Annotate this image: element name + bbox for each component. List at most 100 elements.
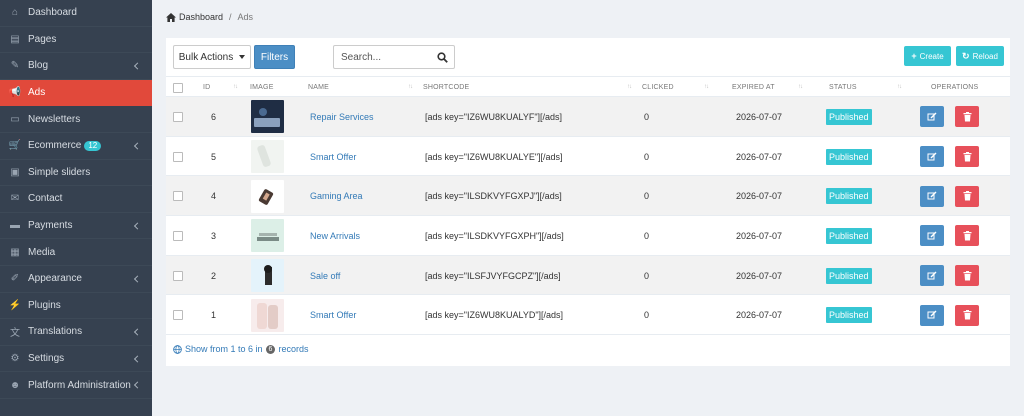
sidebar-item-contact[interactable]: ✉ Contact	[0, 186, 152, 213]
sidebar-item-translations[interactable]: 文 Translations	[0, 319, 152, 346]
edit-button[interactable]	[920, 185, 944, 207]
row-checkbox[interactable]	[173, 191, 183, 202]
column-header-shortcode[interactable]: SHORTCODE ↑↓	[423, 77, 635, 98]
ad-image	[251, 179, 284, 213]
chevron-left-icon[interactable]	[133, 142, 142, 150]
search-input[interactable]	[334, 47, 434, 67]
bulk-actions-button[interactable]: Bulk Actions	[173, 45, 251, 69]
edit-button[interactable]	[920, 304, 944, 326]
reload-button[interactable]: ↻ Reload	[956, 46, 1004, 66]
trash-icon	[963, 151, 971, 162]
sidebar-item-settings[interactable]: ⚙ Settings	[0, 346, 152, 373]
column-header-expired[interactable]: EXPIRED AT ↑↓	[732, 77, 806, 98]
sidebar-item-payments[interactable]: ▬ Payments	[0, 213, 152, 240]
breadcrumb-home-link[interactable]: Dashboard	[179, 12, 223, 22]
sidebar: ⌂ Dashboard ▤ Pages ✎ Blog 📢 Ads ▭ Newsletters 🛒 Ec…	[0, 0, 152, 416]
row-name-link[interactable]: Smart Offer	[310, 137, 356, 177]
row-id: 1	[211, 310, 217, 321]
cart-icon: 🛒	[8, 140, 22, 152]
edit-button[interactable]	[920, 225, 944, 247]
edit-button[interactable]	[920, 146, 944, 168]
row-id: 3	[211, 230, 217, 241]
trash-icon	[963, 270, 971, 281]
newsletter-icon: ▭	[10, 113, 20, 125]
row-edit-cell	[920, 137, 944, 177]
row-checkbox[interactable]	[173, 111, 183, 122]
sidebar-item-simple-sliders[interactable]: ▣ Simple sliders	[0, 160, 152, 187]
delete-button[interactable]	[955, 265, 979, 287]
sort-icon: ↑↓	[798, 84, 803, 90]
sidebar-item-label: Contact	[28, 193, 63, 205]
column-header-name[interactable]: NAME ↑↓	[308, 77, 416, 98]
row-checkbox[interactable]	[173, 270, 183, 281]
sidebar-item-dashboard[interactable]: ⌂ Dashboard	[0, 0, 152, 27]
sidebar-item-label: Appearance	[28, 273, 82, 285]
row-clicked: 0	[644, 111, 650, 122]
row-name-link[interactable]: Gaming Area	[310, 176, 363, 216]
delete-button[interactable]	[955, 304, 979, 326]
delete-button[interactable]	[955, 225, 979, 247]
row-status-cell: Published	[826, 176, 872, 216]
brush-icon: ✐	[10, 273, 20, 285]
row-shortcode: [ads key="ILSDKVYFGXPH"][/ads]	[425, 230, 564, 241]
column-header-expired-label: EXPIRED AT	[732, 84, 775, 91]
row-name-link[interactable]: Smart Offer	[310, 296, 356, 336]
create-button[interactable]: + Create	[904, 46, 951, 66]
table-row: 6 Repair Services [ads key="IZ6WU8KUALYF…	[166, 97, 1010, 137]
filters-button[interactable]: Filters	[254, 45, 295, 69]
select-all-checkbox[interactable]	[173, 82, 183, 93]
chevron-left-icon[interactable]	[133, 62, 142, 70]
column-header-clicked-label: CLICKED	[642, 84, 674, 91]
row-checkbox[interactable]	[173, 310, 183, 321]
row-thumbnail	[251, 216, 284, 256]
chevron-left-icon[interactable]	[133, 222, 142, 230]
sidebar-item-pages[interactable]: ▤ Pages	[0, 27, 152, 54]
bulk-actions-label: Bulk Actions	[178, 51, 234, 63]
edit-button[interactable]	[920, 106, 944, 128]
table-info: Show from 1 to 6 in 6 records	[173, 344, 308, 354]
row-checkbox[interactable]	[173, 230, 183, 241]
count-badge: 12	[84, 140, 102, 151]
delete-button[interactable]	[955, 146, 979, 168]
column-header-clicked[interactable]: CLICKED ↑↓	[642, 77, 712, 98]
row-name-link[interactable]: New Arrivals	[310, 216, 360, 256]
edit-button[interactable]	[920, 265, 944, 287]
sidebar-item-ads[interactable]: 📢 Ads	[0, 79, 152, 107]
breadcrumb: Dashboard / Ads	[166, 12, 253, 22]
status-badge: Published	[826, 267, 872, 284]
column-header-id[interactable]: ID ↑↓	[203, 77, 241, 98]
search-icon[interactable]	[437, 52, 448, 63]
ad-image	[251, 100, 284, 134]
row-thumbnail	[251, 296, 284, 336]
trash-icon	[963, 191, 971, 201]
row-name-link[interactable]: Repair Services	[310, 97, 374, 137]
cogs-icon: ⚙	[10, 353, 20, 365]
table-header: ID ↑↓ IMAGE NAME ↑↓ SHORTCODE ↑↓ CLICKED ↑↓ …	[166, 76, 1010, 97]
sidebar-item-appearance[interactable]: ✐ Appearance	[0, 266, 152, 293]
edit-icon	[927, 310, 937, 319]
row-thumbnail	[251, 97, 284, 137]
chevron-left-icon[interactable]	[133, 354, 142, 363]
sidebar-item-platform-administration[interactable]: ☻ Platform Administration	[0, 372, 152, 399]
chevron-left-icon[interactable]	[133, 381, 142, 389]
row-status-cell: Published	[826, 137, 872, 177]
refresh-icon: ↻	[962, 50, 970, 61]
sidebar-item-newsletters[interactable]: ▭ Newsletters	[0, 106, 152, 133]
row-name-link[interactable]: Sale off	[310, 256, 340, 296]
sidebar-item-ecommerce[interactable]: 🛒 Ecommerce 12	[0, 133, 152, 160]
delete-button[interactable]	[955, 106, 979, 128]
row-shortcode: [ads key="IZ6WU8KUALYF"][/ads]	[425, 111, 563, 122]
sort-icon: ↑↓	[704, 84, 709, 90]
row-status-cell: Published	[826, 256, 872, 296]
chevron-left-icon[interactable]	[133, 328, 142, 336]
edit-icon	[927, 271, 937, 280]
ad-image	[251, 259, 284, 293]
chevron-left-icon[interactable]	[133, 275, 142, 283]
sidebar-item-plugins[interactable]: ⚡ Plugins	[0, 293, 152, 320]
row-checkbox[interactable]	[173, 151, 183, 162]
column-header-status[interactable]: STATUS ↑↓	[829, 77, 905, 98]
sidebar-item-blog[interactable]: ✎ Blog	[0, 53, 152, 80]
delete-button[interactable]	[955, 185, 979, 207]
create-label: Create	[919, 51, 944, 61]
sidebar-item-media[interactable]: ▦ Media	[0, 239, 152, 266]
